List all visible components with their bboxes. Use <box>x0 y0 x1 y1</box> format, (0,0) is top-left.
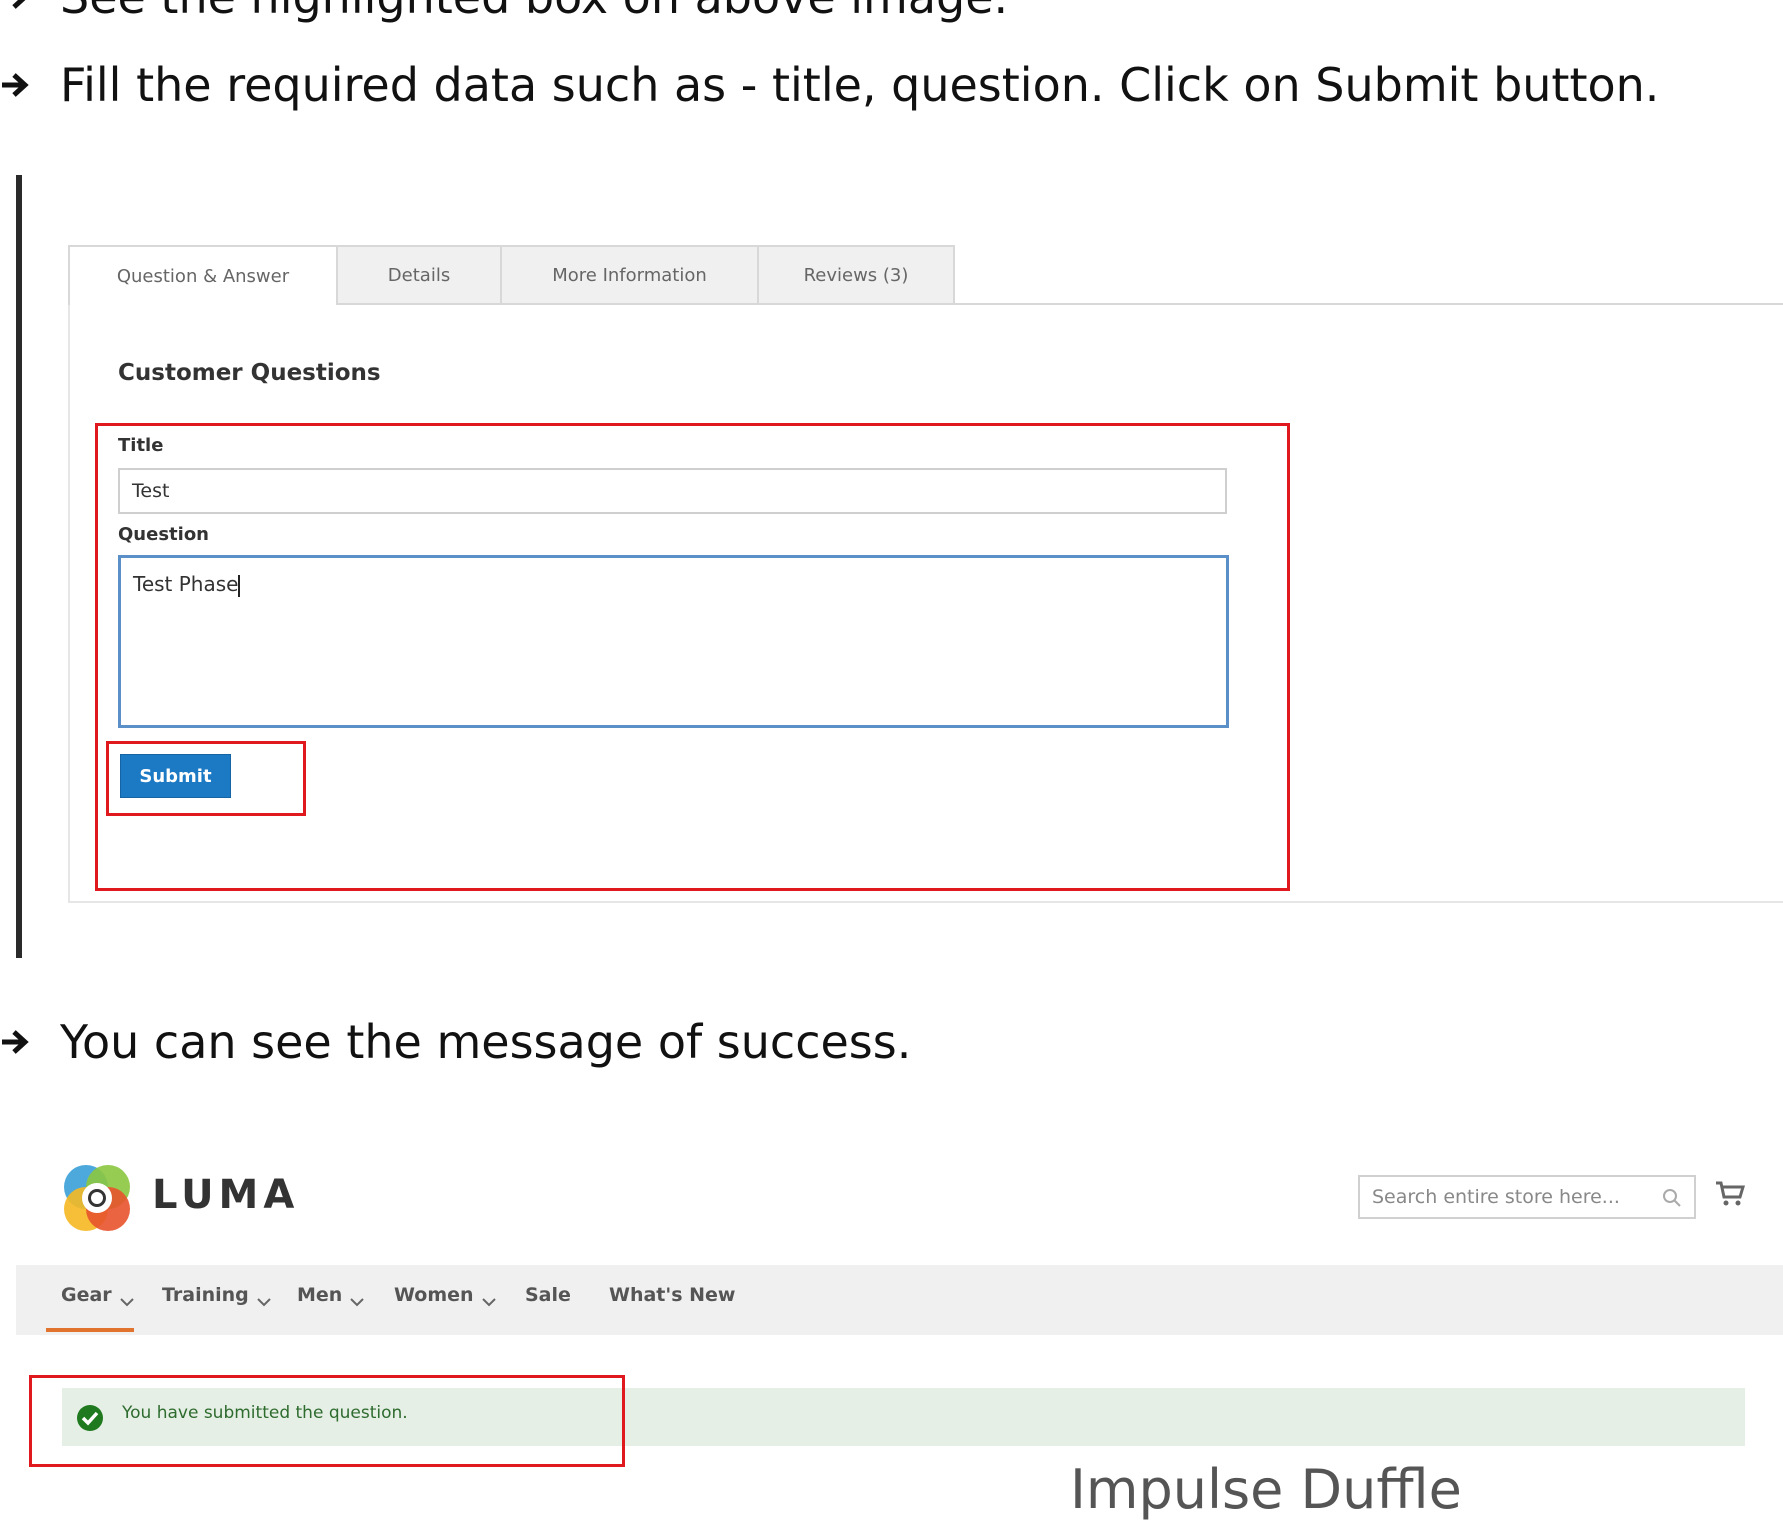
nav-item-whats-new[interactable]: What's New <box>609 1284 735 1306</box>
chevron-down-icon <box>257 1290 271 1307</box>
nav-item-gear[interactable]: Gear <box>61 1284 134 1307</box>
nav-item-sale[interactable]: Sale <box>525 1284 571 1306</box>
search-icon[interactable] <box>1662 1188 1682 1208</box>
search-placeholder: Search entire store here... <box>1372 1186 1620 1208</box>
title-label: Title <box>118 435 164 456</box>
nav-item-training[interactable]: Training <box>162 1284 271 1307</box>
product-tabs: Question & Answer Details More Informati… <box>68 245 955 305</box>
arrow-bullet-icon <box>0 70 30 100</box>
submit-button[interactable]: Submit <box>120 754 231 798</box>
quote-bar <box>16 175 22 958</box>
nav-label: Gear <box>61 1284 112 1306</box>
instruction-text: Fill the required data such as - title, … <box>60 58 1660 112</box>
question-label: Question <box>118 524 209 545</box>
chevron-down-icon <box>350 1290 365 1307</box>
nav-label: Women <box>394 1284 474 1306</box>
tab-divider <box>955 303 1783 305</box>
nav-active-indicator <box>46 1328 134 1332</box>
highlight-box-message <box>29 1375 625 1467</box>
instruction-text: You can see the message of success. <box>60 1015 912 1069</box>
instruction-text: See the highlighted box on above image. <box>60 0 1008 24</box>
nav-label: Men <box>297 1284 343 1306</box>
chevron-down-icon <box>481 1290 496 1307</box>
section-title: Customer Questions <box>118 360 381 386</box>
logo-text: LUMA <box>152 1172 300 1218</box>
nav-item-men[interactable]: Men <box>297 1284 365 1307</box>
arrow-bullet-icon <box>0 1027 30 1057</box>
nav-item-women[interactable]: Women <box>394 1284 496 1307</box>
nav-label: Training <box>162 1284 249 1306</box>
tab-reviews[interactable]: Reviews (3) <box>759 245 955 305</box>
instruction-step-1: Fill the required data such as - title, … <box>0 58 1659 112</box>
chevron-down-icon <box>119 1290 134 1307</box>
luma-logo-icon[interactable] <box>62 1163 132 1233</box>
question-textarea[interactable]: Test Phase <box>118 555 1229 728</box>
question-text: Test Phase <box>133 572 239 596</box>
arrow-bullet-icon <box>0 0 30 12</box>
title-input[interactable]: Test <box>118 468 1227 514</box>
instruction-step-0: See the highlighted box on above image. <box>0 0 1008 24</box>
product-title: Impulse Duffle <box>1070 1458 1462 1521</box>
tab-question-answer[interactable]: Question & Answer <box>68 245 338 305</box>
main-navigation <box>16 1265 1783 1335</box>
tab-more-information[interactable]: More Information <box>502 245 759 305</box>
tab-details[interactable]: Details <box>338 245 502 305</box>
search-input[interactable]: Search entire store here... <box>1358 1175 1696 1219</box>
instruction-step-2: You can see the message of success. <box>0 1015 911 1069</box>
form-screenshot: Question & Answer Details More Informati… <box>0 175 1783 960</box>
text-caret <box>238 574 241 597</box>
cart-icon[interactable] <box>1715 1180 1746 1208</box>
